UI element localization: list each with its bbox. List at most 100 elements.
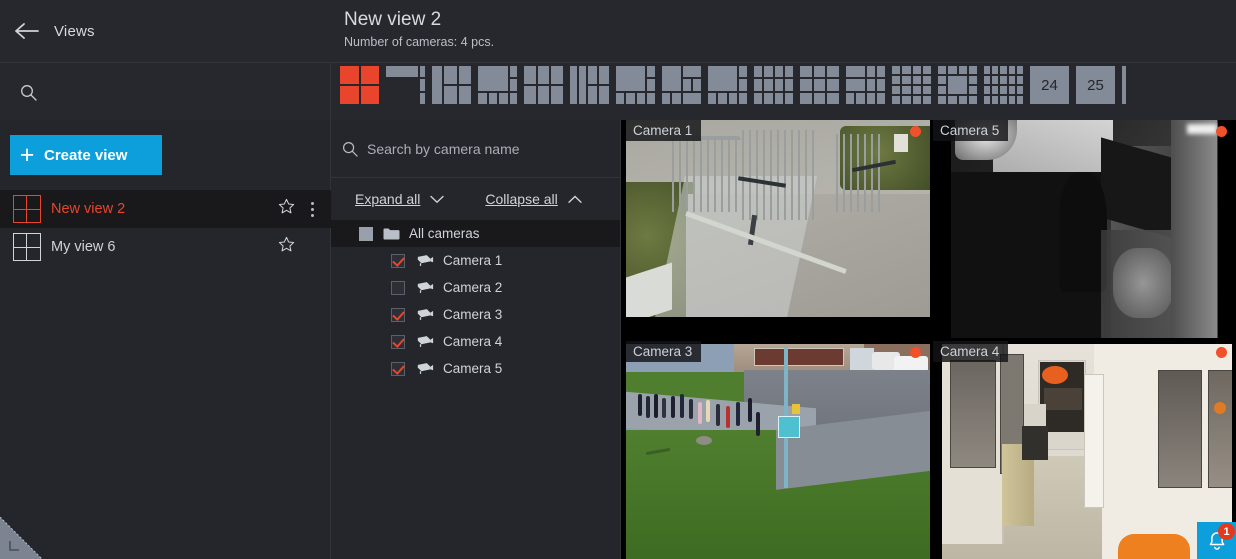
resize-corner-icon[interactable] bbox=[0, 516, 43, 559]
layout-cell bbox=[938, 96, 947, 104]
layout-big-left-5[interactable] bbox=[616, 66, 655, 104]
layout-count-button-25[interactable]: 25 bbox=[1076, 66, 1115, 104]
camera-count-label: Number of cameras: 4 pcs. bbox=[344, 35, 495, 49]
layout-4x3-tall[interactable] bbox=[754, 66, 793, 104]
video-tile[interactable]: Camera 5 bbox=[933, 120, 1236, 338]
layout-2x2-plus-4[interactable] bbox=[846, 66, 885, 104]
camera-label: Camera 5 bbox=[933, 120, 1009, 141]
checkbox-camera[interactable] bbox=[391, 307, 405, 322]
layout-cell bbox=[984, 76, 991, 84]
layout-count-button-24[interactable]: 24 bbox=[1030, 66, 1069, 104]
grid-cell bbox=[26, 246, 41, 261]
layout-cell bbox=[892, 66, 901, 74]
layout-cell bbox=[784, 66, 793, 78]
layout-cell bbox=[458, 86, 471, 104]
layout-cell bbox=[718, 92, 727, 104]
layout-3x2[interactable] bbox=[524, 66, 563, 104]
tree-node-camera[interactable]: Camera 1 bbox=[331, 247, 620, 274]
checkbox-all-cameras[interactable] bbox=[359, 226, 373, 241]
layout-2x2[interactable] bbox=[340, 66, 379, 104]
layout-cell bbox=[1008, 86, 1015, 94]
layout-cell bbox=[827, 66, 839, 78]
layout-big-top-3-bottom[interactable] bbox=[478, 66, 517, 104]
favorite-star-icon[interactable] bbox=[273, 236, 299, 258]
create-view-button[interactable]: + Create view bbox=[10, 135, 162, 175]
layout-cell bbox=[587, 66, 598, 84]
video-tile[interactable]: Camera 1 bbox=[626, 120, 930, 338]
layout-cell bbox=[800, 66, 812, 78]
layout-big-5-mixed[interactable] bbox=[662, 66, 701, 104]
camera-search-input[interactable]: Search by camera name bbox=[331, 120, 620, 178]
layout-cell bbox=[764, 92, 773, 104]
view-list-item[interactable]: New view 2 bbox=[0, 190, 331, 228]
checkbox-camera[interactable] bbox=[391, 280, 405, 295]
layout-cell bbox=[537, 86, 550, 104]
page-title: New view 2 bbox=[344, 9, 442, 30]
top-bar: Views New view 2 Number of cameras: 4 pc… bbox=[0, 0, 1236, 62]
tree-node-camera[interactable]: Camera 5 bbox=[331, 355, 620, 382]
layout-bar: 24 25 bbox=[0, 62, 1236, 175]
tree-node-label: Camera 3 bbox=[443, 307, 503, 322]
layout-cell bbox=[846, 79, 865, 91]
layout-4x4[interactable] bbox=[892, 66, 931, 104]
layout-cell bbox=[968, 66, 977, 74]
checkbox-camera[interactable] bbox=[391, 334, 405, 349]
layout-cell bbox=[626, 92, 635, 104]
tree-node-all-cameras[interactable]: All cameras bbox=[331, 220, 620, 247]
views-label: Views bbox=[54, 22, 95, 40]
view-list-item[interactable]: My view 6 bbox=[0, 228, 331, 266]
layout-cell bbox=[922, 66, 931, 74]
layout-cell bbox=[599, 66, 609, 84]
more-vertical-icon[interactable] bbox=[299, 201, 325, 217]
layout-5x4[interactable] bbox=[984, 66, 1023, 104]
camera-icon bbox=[416, 308, 434, 321]
folder-icon bbox=[383, 227, 400, 240]
collapse-all-button[interactable]: Collapse all bbox=[485, 191, 582, 207]
video-tile[interactable]: Camera 4 bbox=[933, 341, 1236, 559]
favorite-star-icon[interactable] bbox=[273, 198, 299, 220]
tree-node-camera[interactable]: Camera 3 bbox=[331, 301, 620, 328]
layout-cell bbox=[846, 92, 855, 104]
sidebar-search[interactable] bbox=[0, 63, 331, 121]
layout-cell bbox=[912, 96, 921, 104]
notifications-button[interactable]: 1 bbox=[1197, 522, 1236, 559]
layout-cell bbox=[984, 86, 991, 94]
video-tile[interactable]: Camera 3 bbox=[626, 341, 930, 559]
camera-label: Camera 4 bbox=[933, 341, 1009, 362]
layout-1-plus-4[interactable] bbox=[432, 66, 471, 104]
layout-cell bbox=[827, 92, 839, 104]
notification-count-badge: 1 bbox=[1218, 523, 1235, 540]
video-stream bbox=[626, 120, 930, 317]
layout-cell bbox=[524, 66, 536, 84]
layout-cell bbox=[866, 79, 875, 91]
view-name-label: New view 2 bbox=[51, 201, 126, 217]
checkbox-camera[interactable] bbox=[391, 253, 405, 268]
checkbox-camera[interactable] bbox=[391, 361, 405, 376]
layout-cell bbox=[1008, 96, 1015, 104]
layout-cell bbox=[478, 92, 487, 104]
layout-cell bbox=[866, 92, 875, 104]
layout-cell bbox=[419, 92, 425, 104]
layout-cell bbox=[672, 92, 681, 104]
tree-node-camera[interactable]: Camera 2 bbox=[331, 274, 620, 301]
layout-big-plus-4-bottom[interactable] bbox=[708, 66, 747, 104]
camera-icon bbox=[416, 362, 434, 375]
layout-cell bbox=[646, 79, 655, 91]
chevron-up-icon bbox=[568, 195, 582, 203]
back-button[interactable] bbox=[0, 0, 54, 62]
layout-cell bbox=[432, 66, 442, 104]
expand-all-button[interactable]: Expand all bbox=[355, 191, 445, 207]
layout-3x3-plus[interactable] bbox=[800, 66, 839, 104]
video-stream bbox=[942, 344, 1232, 559]
layout-partial-button[interactable] bbox=[1122, 66, 1126, 104]
layout-cell bbox=[551, 66, 563, 84]
layout-cell bbox=[1008, 76, 1015, 84]
app-window: Views New view 2 Number of cameras: 4 pc… bbox=[0, 0, 1236, 559]
tree-node-camera[interactable]: Camera 4 bbox=[331, 328, 620, 355]
layout-cell bbox=[1016, 76, 1023, 84]
layout-cell bbox=[948, 66, 957, 74]
layout-cell bbox=[846, 66, 865, 78]
layout-big-center-12[interactable] bbox=[938, 66, 977, 104]
layout-1-plus-3-right[interactable] bbox=[386, 66, 425, 104]
layout-2-tall-4[interactable] bbox=[570, 66, 609, 104]
